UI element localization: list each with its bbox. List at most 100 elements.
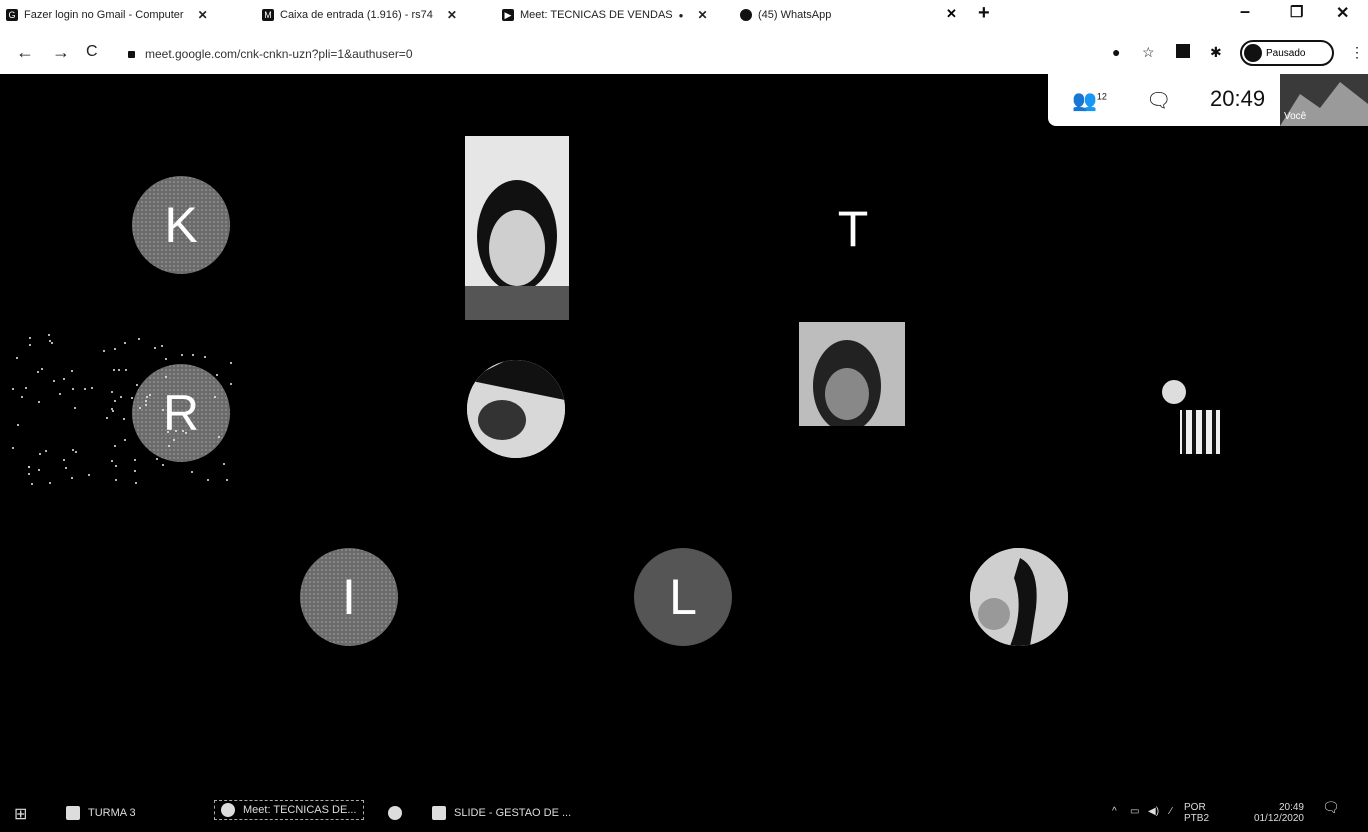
taskbar-label: Meet: TECNICAS DE... — [243, 804, 357, 816]
sparkle-dot — [47, 334, 50, 337]
participants-button[interactable]: 👥12 — [1072, 88, 1107, 113]
tray-chevron-icon[interactable]: ^ — [1112, 806, 1117, 817]
sparkle-dot — [38, 452, 41, 455]
sparkle-dot — [71, 477, 74, 480]
taskbar-clock[interactable]: 20:49 01/12/2020 — [1252, 802, 1304, 824]
participant-initial: I — [342, 569, 356, 625]
maximize-button[interactable]: ❐ — [1290, 3, 1303, 21]
sparkle-dot — [50, 341, 53, 344]
sparkle-dot — [112, 368, 115, 371]
windows-taskbar: ⊞ TURMA 3 Meet: TECNICAS DE... SLIDE - G… — [0, 772, 1368, 832]
sparkle-dot — [134, 469, 137, 472]
sparkle-dot — [24, 387, 27, 390]
lock-icon — [128, 51, 135, 59]
sparkle-dot — [135, 482, 138, 485]
sparkle-dot — [207, 479, 210, 482]
star-icon[interactable]: ☆ — [1142, 44, 1155, 61]
avatar-photo — [970, 548, 1068, 646]
self-view[interactable]: Você — [1280, 74, 1368, 126]
participant-initial: L — [669, 569, 697, 625]
sparkle-dot — [41, 367, 44, 370]
tab-title: (45) WhatsApp — [758, 9, 832, 21]
close-tab-icon[interactable]: ✕ — [946, 6, 957, 22]
close-tab-icon[interactable]: ✕ — [447, 8, 457, 22]
sparkle-dot — [123, 341, 126, 344]
notifications-icon[interactable]: 🗨 — [1322, 800, 1340, 814]
participants-count: 12 — [1096, 91, 1107, 102]
google-icon: G — [6, 9, 18, 21]
sparkle-dot — [184, 431, 187, 434]
volume-icon[interactable]: ◀) — [1148, 806, 1159, 817]
sparkle-dot — [119, 396, 122, 399]
profile-button[interactable]: Pausado — [1240, 40, 1334, 66]
taskbar-item-slide[interactable]: SLIDE - GESTAO DE ... — [432, 806, 571, 820]
address-bar-row: ← → C meet.google.com/cnk-cnkn-uzn?pli=1… — [0, 32, 1368, 74]
sparkle-dot — [64, 466, 67, 469]
network-icon[interactable]: ▭ — [1130, 806, 1139, 817]
puzzle-icon[interactable]: ✱ — [1210, 44, 1222, 61]
taskbar-item-edge[interactable] — [388, 806, 402, 820]
tab-meet[interactable]: ▶ Meet: TECNICAS DE VENDAS ● ✕ — [502, 4, 724, 26]
minimize-button[interactable]: – — [1240, 1, 1250, 22]
windows-start-icon[interactable]: ⊞ — [14, 804, 27, 824]
tab-gmail-inbox[interactable]: M Caixa de entrada (1.916) - rs74 ✕ — [262, 4, 492, 26]
sparkle-dot — [191, 471, 194, 474]
layout-code: PTB2 — [1184, 813, 1210, 824]
person-video-frame — [799, 322, 905, 426]
participant-tile: I — [300, 548, 398, 646]
back-icon[interactable]: ← — [16, 42, 34, 63]
meet-info-panel: 👥12 🗨 20:49 — [1048, 74, 1280, 126]
sparkle-dot — [102, 350, 105, 353]
sparkle-dot — [59, 393, 62, 396]
sparkle-dot — [111, 409, 114, 412]
tray-time: 20:49 — [1278, 802, 1304, 813]
participant-initial: K — [164, 197, 198, 253]
chat-icon[interactable]: 🗨 — [1146, 88, 1171, 113]
taskbar-item-turma[interactable]: TURMA 3 — [66, 806, 136, 820]
sparkle-dot — [114, 464, 117, 467]
avatar-photo — [1162, 380, 1220, 454]
close-window-button[interactable]: ✕ — [1336, 3, 1349, 23]
sparkle-dot — [191, 354, 194, 357]
url-field[interactable]: meet.google.com/cnk-cnkn-uzn?pli=1&authu… — [128, 47, 413, 61]
participant-initial: R — [162, 385, 200, 441]
taskbar-item-meet[interactable]: Meet: TECNICAS DE... — [214, 800, 364, 820]
camera-indicator-icon[interactable]: ● — [1112, 44, 1120, 60]
sparkle-dot — [216, 373, 219, 376]
reload-icon[interactable]: C — [86, 43, 98, 61]
sparkle-dot — [27, 466, 30, 469]
extension-icon[interactable] — [1176, 44, 1190, 58]
participant-tile: T — [804, 180, 902, 278]
sparkle-dot — [181, 430, 184, 433]
sparkle-dot — [161, 345, 164, 348]
sparkle-dot — [111, 390, 114, 393]
sparkle-dot — [52, 379, 55, 382]
pen-icon[interactable]: ∕ — [1170, 806, 1172, 817]
meet-icon: ▶ — [502, 9, 514, 21]
input-language[interactable]: POR PTB2 — [1184, 802, 1209, 824]
menu-icon[interactable]: ⋮ — [1350, 44, 1364, 61]
whatsapp-icon — [740, 9, 752, 21]
tab-whatsapp[interactable]: (45) WhatsApp — [740, 4, 960, 26]
sparkle-dot — [229, 362, 232, 365]
sparkle-dot — [144, 400, 147, 403]
browser-tab-bar: G Fazer login no Gmail - Computer ✕ M Ca… — [0, 0, 1368, 32]
close-tab-icon[interactable]: ✕ — [198, 8, 208, 22]
close-tab-icon[interactable]: ✕ — [697, 8, 707, 22]
sparkle-dot — [28, 472, 31, 475]
gmail-icon: M — [262, 9, 274, 21]
sparkle-dot — [62, 378, 65, 381]
sparkle-dot — [172, 438, 175, 441]
sparkle-dot — [87, 473, 90, 476]
sparkle-dot — [106, 416, 109, 419]
sparkle-dot — [133, 458, 136, 461]
sparkle-dot — [11, 447, 14, 450]
tab-gmail-login[interactable]: G Fazer login no Gmail - Computer ✕ — [6, 4, 246, 26]
participant-avatar — [467, 360, 565, 458]
forward-icon[interactable]: → — [52, 42, 70, 63]
sparkle-dot — [16, 424, 19, 427]
sparkle-dot — [161, 464, 164, 467]
tray-date: 01/12/2020 — [1253, 813, 1304, 824]
new-tab-button[interactable]: + — [978, 2, 990, 25]
sparkle-dot — [71, 387, 74, 390]
